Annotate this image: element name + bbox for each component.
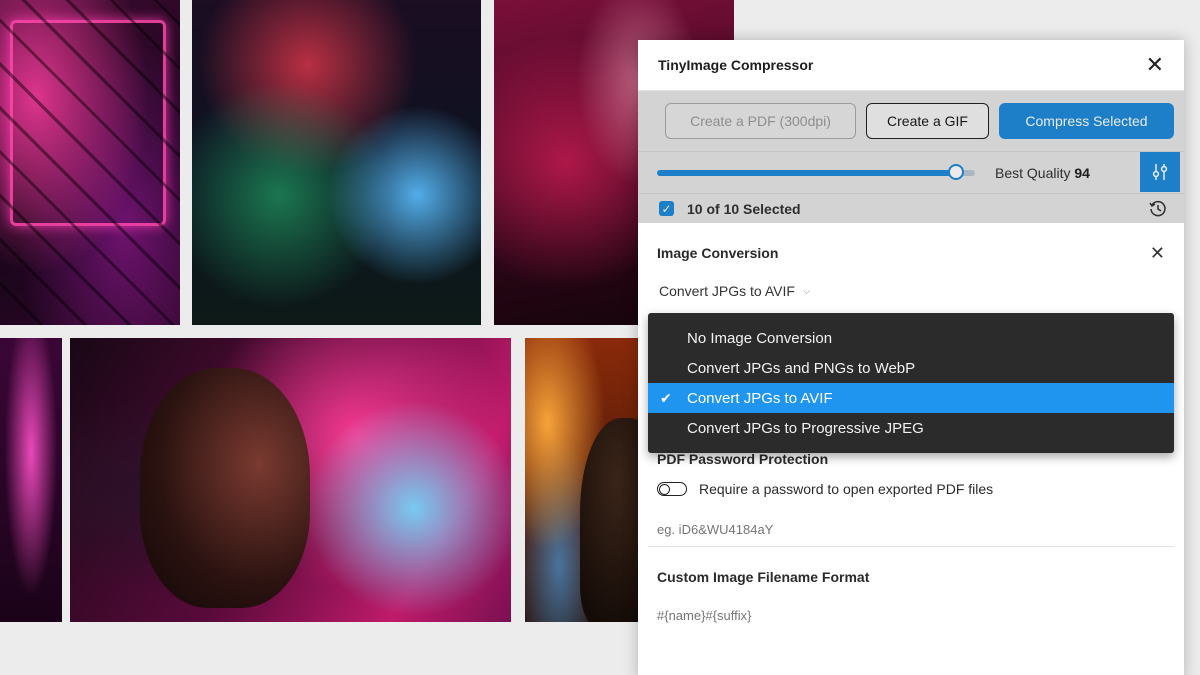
- filename-format-section: Custom Image Filename Format: [638, 547, 1184, 635]
- password-field-row: [657, 509, 1165, 549]
- quality-label: Best Quality: [995, 164, 1071, 181]
- dropdown-option[interactable]: Convert JPGs and PNGs to WebP: [648, 353, 1174, 383]
- panel-titlebar: TinyImage Compressor ✕: [638, 40, 1184, 91]
- create-gif-button[interactable]: Create a GIF: [866, 103, 989, 139]
- image-conversion-title: Image Conversion: [657, 245, 779, 261]
- compress-selected-button[interactable]: Compress Selected: [999, 103, 1174, 139]
- quality-value: 94: [1074, 164, 1090, 181]
- photo-man-sunglasses[interactable]: [525, 338, 638, 622]
- close-icon[interactable]: ✕: [1146, 54, 1164, 76]
- selection-row: ✓ 10 of 10 Selected: [638, 193, 1184, 223]
- filename-field-row: [657, 595, 1165, 635]
- quality-row: Best Quality 94: [638, 151, 1184, 193]
- action-buttons: Create a PDF (300dpi) Create a GIF Compr…: [638, 91, 1184, 151]
- checkmark-icon: ✔: [660, 389, 672, 406]
- password-toggle[interactable]: [657, 482, 687, 496]
- dropdown-option-label: No Image Conversion: [687, 329, 833, 347]
- dropdown-option-label: Convert JPGs to Progressive JPEG: [687, 419, 924, 437]
- close-icon[interactable]: ✕: [1150, 243, 1165, 264]
- photo-man-neon-portrait[interactable]: [70, 338, 511, 622]
- dropdown-option-selected[interactable]: ✔ Convert JPGs to AVIF: [648, 383, 1174, 413]
- photo-neon-letters[interactable]: [0, 338, 62, 622]
- toolbar-zone: Create a PDF (300dpi) Create a GIF Compr…: [638, 91, 1184, 223]
- select-all-checkbox[interactable]: ✓: [659, 201, 674, 216]
- filename-format-title: Custom Image Filename Format: [657, 569, 870, 585]
- photo-neon-street[interactable]: [192, 0, 481, 325]
- dropdown-option-label: Convert JPGs and PNGs to WebP: [687, 359, 916, 377]
- dropdown-option[interactable]: No Image Conversion: [648, 323, 1174, 353]
- quality-readout: Best Quality 94: [995, 165, 1090, 181]
- image-conversion-section: Image Conversion ✕ Convert JPGs to AVIF …: [638, 223, 1184, 301]
- quality-slider[interactable]: [657, 163, 975, 180]
- dropdown-option-label: Convert JPGs to AVIF: [687, 389, 833, 407]
- history-icon[interactable]: [1148, 199, 1168, 219]
- selection-count: 10 of 10 Selected: [687, 200, 801, 217]
- sliders-icon: [1152, 164, 1168, 180]
- quality-slider-fill: [657, 169, 956, 176]
- panel-title: TinyImage Compressor: [658, 57, 814, 73]
- image-conversion-header: Image Conversion ✕: [657, 223, 1165, 283]
- pdf-protection-title: PDF Password Protection: [657, 451, 829, 467]
- conversion-dropdown-menu: No Image Conversion Convert JPGs and PNG…: [648, 313, 1174, 453]
- filename-format-input[interactable]: [657, 607, 957, 623]
- password-toggle-label: Require a password to open exported PDF …: [699, 481, 994, 497]
- create-pdf-button[interactable]: Create a PDF (300dpi): [665, 103, 856, 139]
- password-toggle-row: Require a password to open exported PDF …: [657, 469, 1165, 509]
- conversion-select-value: Convert JPGs to AVIF: [659, 283, 795, 299]
- settings-sliders-button[interactable]: [1140, 152, 1180, 192]
- password-input[interactable]: [657, 521, 957, 537]
- chevron-down-icon: ⌵: [802, 285, 811, 297]
- conversion-select[interactable]: Convert JPGs to AVIF ⌵: [659, 283, 811, 299]
- dropdown-option[interactable]: Convert JPGs to Progressive JPEG: [648, 413, 1174, 443]
- quality-slider-thumb[interactable]: [947, 163, 964, 180]
- photo-neon-sign[interactable]: [0, 0, 180, 325]
